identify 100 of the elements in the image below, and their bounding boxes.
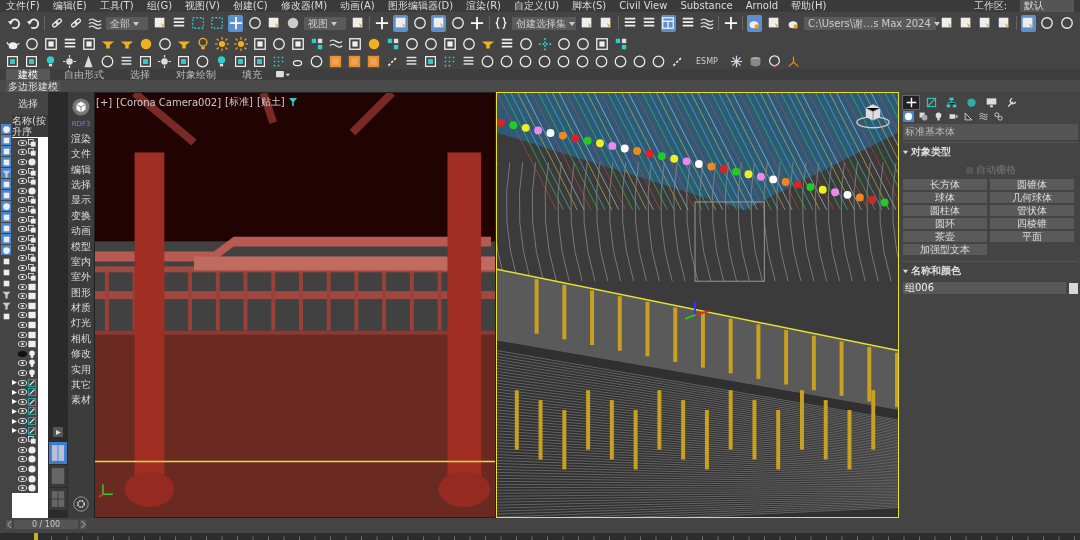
primitive-button[interactable]: 加强型文本 (903, 244, 987, 255)
dropdown-caret-icon[interactable] (569, 21, 576, 26)
eye-icon[interactable] (18, 360, 27, 367)
scene-row[interactable] (12, 224, 38, 234)
toolbar-button[interactable] (469, 14, 485, 32)
eye-icon[interactable] (18, 370, 27, 377)
square-icon[interactable] (253, 37, 267, 51)
command-menu-item[interactable]: 室内 (71, 255, 91, 267)
command-menu-item[interactable]: 变换 (71, 209, 91, 221)
toolbar-button[interactable] (493, 14, 509, 32)
menu-item[interactable]: 组(G) (146, 0, 173, 12)
square-icon[interactable] (234, 55, 247, 68)
scene-row[interactable] (12, 243, 38, 254)
move-arrows-icon[interactable] (538, 37, 552, 51)
rollout-title[interactable]: 对象类型 (911, 145, 951, 159)
sphere-icon[interactable] (367, 37, 381, 51)
filter-button[interactable] (1, 311, 11, 321)
scene-row[interactable] (12, 483, 38, 493)
primitive-button[interactable]: 球体 (903, 192, 987, 203)
eye-icon[interactable] (18, 456, 27, 463)
scene-row[interactable] (12, 416, 38, 426)
scene-row[interactable] (12, 310, 38, 321)
primitive-button[interactable]: 圆环 (903, 218, 987, 229)
command-menu-item[interactable]: 其它 (71, 379, 91, 391)
dropdown-caret-icon[interactable] (276, 70, 290, 79)
filter-button[interactable] (1, 300, 11, 310)
dropdown[interactable]: 全部 (106, 16, 149, 30)
collapse-arrow-icon[interactable] (903, 149, 908, 155)
filter-button[interactable] (1, 278, 11, 288)
viewport-label-menu[interactable]: [Corona Camera002] (116, 96, 222, 108)
expand-button[interactable] (53, 427, 63, 437)
filter-button[interactable] (1, 267, 11, 277)
sun-icon[interactable] (158, 55, 171, 68)
ribbon-panel-tab[interactable]: 多边形建模 (6, 80, 60, 92)
eye-icon[interactable] (18, 149, 27, 156)
grid-icon[interactable] (386, 37, 400, 51)
scene-row[interactable] (12, 272, 38, 282)
square-icon[interactable] (367, 55, 380, 68)
object-name-field[interactable]: 组006 (903, 282, 1066, 294)
toolbar-button[interactable] (660, 14, 676, 32)
toolbar-button[interactable] (190, 14, 206, 32)
eye-icon[interactable] (18, 312, 27, 319)
eye-icon[interactable] (18, 283, 27, 290)
scene-row[interactable] (12, 329, 38, 340)
ribbon-tab[interactable]: 对象绘制 (164, 69, 228, 80)
next-frame-button[interactable] (80, 520, 86, 529)
eye-icon[interactable] (18, 235, 27, 242)
eye-icon[interactable] (18, 226, 27, 233)
grid-icon[interactable] (310, 37, 324, 51)
menu-item[interactable]: 文件(F) (6, 0, 40, 12)
command-menu-item[interactable]: 图形 (71, 286, 91, 298)
color-swatch[interactable] (1069, 282, 1078, 294)
menu-item[interactable]: Substance (680, 0, 733, 12)
scene-row[interactable] (12, 195, 38, 206)
menu-item[interactable]: 脚本(S) (572, 0, 607, 12)
sun-icon[interactable] (215, 37, 229, 51)
wave-icon[interactable] (329, 37, 343, 51)
filter-icon[interactable] (288, 98, 297, 106)
dropdown[interactable]: 视图 (304, 16, 347, 30)
eye-icon[interactable] (18, 341, 27, 348)
collapse-arrow-icon[interactable] (903, 268, 908, 274)
dropdown[interactable]: 创建选择集 (512, 16, 576, 30)
filter-button[interactable] (1, 289, 11, 299)
scene-row[interactable] (12, 464, 38, 474)
grid-icon[interactable] (614, 37, 628, 51)
column-header[interactable]: 名称(按升序 (12, 115, 48, 137)
square-icon[interactable] (82, 37, 96, 51)
scene-row[interactable] (12, 425, 38, 436)
scene-row[interactable] (12, 291, 38, 302)
command-menu-item[interactable]: 室外 (71, 271, 91, 283)
scene-row[interactable] (12, 377, 38, 388)
viewport-label-menu[interactable]: [+] (96, 96, 113, 108)
systems-category-button[interactable] (993, 111, 1004, 122)
square-icon[interactable] (424, 55, 437, 68)
eye-icon[interactable] (18, 475, 27, 482)
sphere-icon[interactable] (139, 37, 153, 51)
scene-row[interactable] (12, 339, 38, 350)
menu-item[interactable]: 动画(A) (340, 0, 375, 12)
expand-arrow-icon[interactable] (12, 380, 17, 386)
scene-row[interactable] (12, 147, 38, 158)
eye-icon[interactable] (18, 159, 27, 165)
expand-arrow-icon[interactable] (12, 408, 17, 414)
axis-tripod-icon[interactable] (786, 55, 800, 68)
command-menu-item[interactable]: 编辑 (71, 163, 91, 175)
eye-icon[interactable] (18, 322, 27, 329)
command-menu-item[interactable]: 动画 (71, 225, 91, 237)
menu-item[interactable]: 工具(T) (99, 0, 134, 12)
primitive-button[interactable]: 长方体 (903, 179, 987, 190)
list-icon[interactable] (462, 55, 475, 68)
eye-icon[interactable] (18, 379, 27, 386)
eye-icon[interactable] (18, 206, 27, 213)
scene-row[interactable] (12, 445, 38, 455)
link-icon[interactable] (386, 55, 399, 68)
eye-icon[interactable] (18, 197, 27, 204)
list-icon[interactable] (500, 37, 514, 51)
wireframe-viewport-drawing[interactable] (496, 92, 899, 518)
menu-item[interactable]: Arnold (745, 0, 779, 12)
menu-item[interactable]: 创建(C) (232, 0, 268, 12)
space-warps-category-button[interactable] (978, 111, 989, 122)
render-viewport-drawing[interactable] (94, 92, 496, 518)
